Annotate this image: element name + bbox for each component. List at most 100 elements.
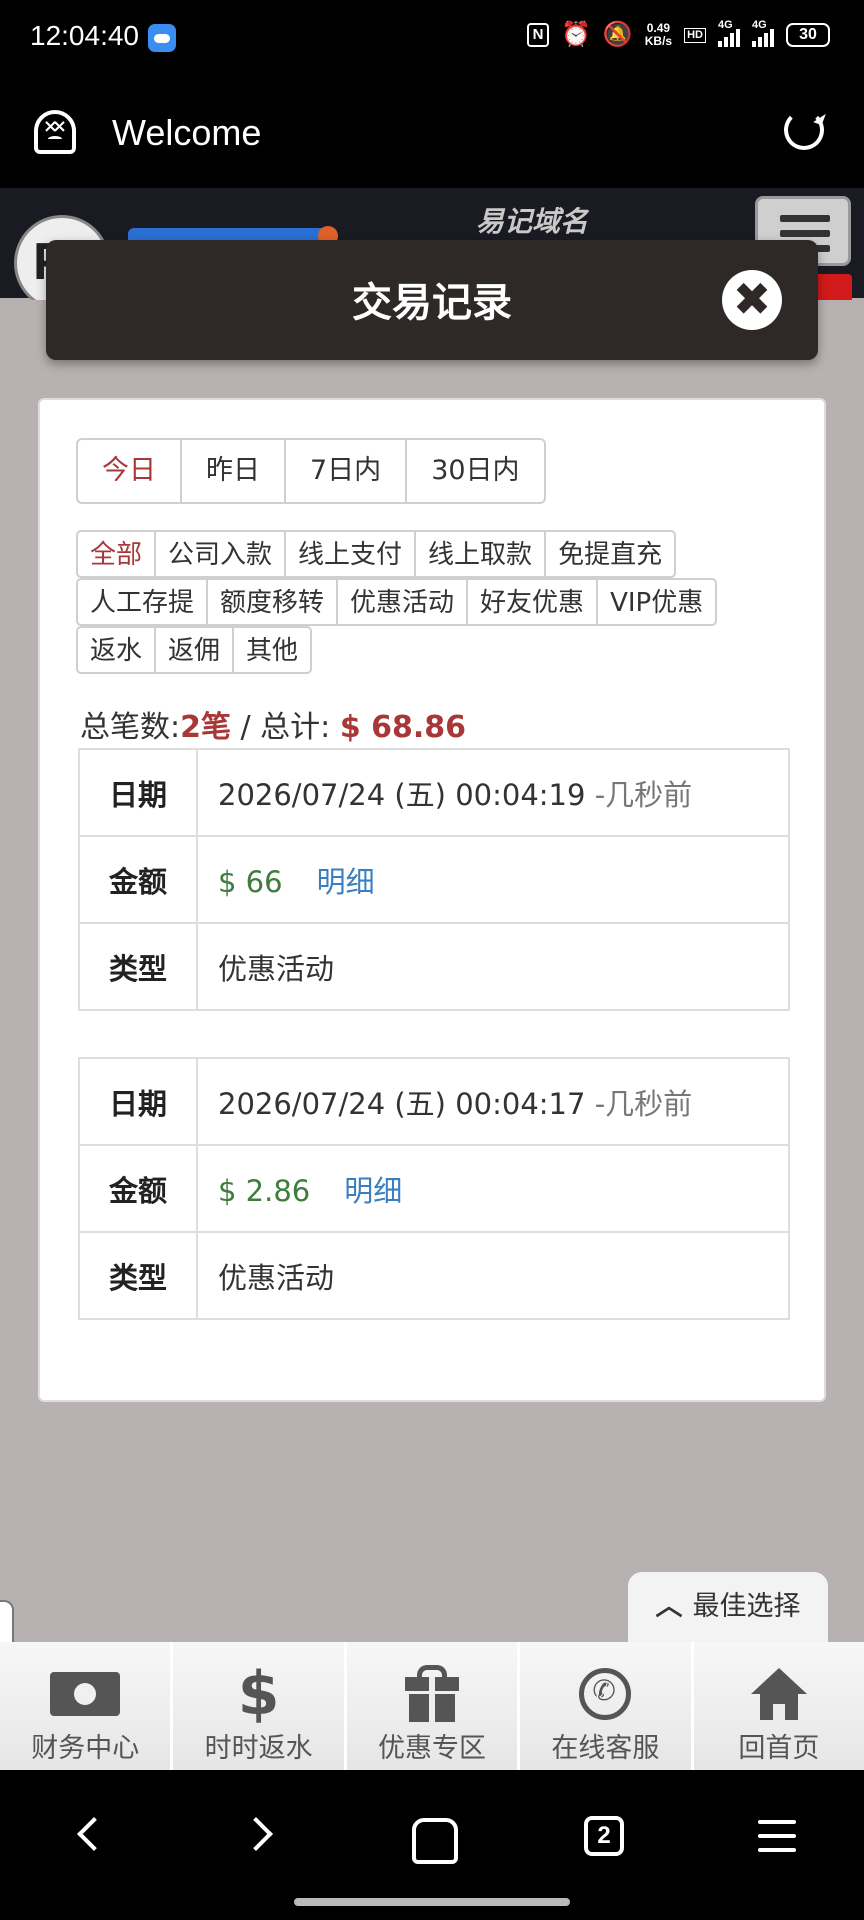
nav-promotions[interactable]: 优惠专区 xyxy=(343,1642,517,1770)
type-tab-row: 全部 公司入款 线上支付 线上取款 免提直充 xyxy=(76,530,796,578)
tab-today[interactable]: 今日 xyxy=(78,440,180,502)
date-label: 日期 xyxy=(78,1057,198,1146)
total-value: $ 68.86 xyxy=(339,710,467,745)
type-tab-rebate[interactable]: 返水 xyxy=(76,626,157,674)
date-label: 日期 xyxy=(78,748,198,837)
time-ago: -几秒前 xyxy=(594,1086,693,1121)
type-filter-tabs: 全部 公司入款 线上支付 线上取款 免提直充 人工存提 额度移转 优惠活动 好友… xyxy=(76,530,796,674)
mute-bell-icon: 🔕 xyxy=(602,21,633,48)
count-label: 总笔数: xyxy=(80,710,181,745)
browser-title: Welcome xyxy=(112,112,262,153)
nav-label: 财务中心 xyxy=(31,1733,140,1764)
gift-icon xyxy=(405,1665,460,1723)
type-tab-commission[interactable]: 返佣 xyxy=(154,626,235,674)
type-label: 类型 xyxy=(78,1231,198,1320)
record-amount-row: 金额 $ 66 明细 xyxy=(78,835,790,924)
date-value: 2026/07/24 (五) 00:04:17 -几秒前 xyxy=(196,1057,790,1146)
count-value: 2笔 xyxy=(180,710,231,745)
record-amount-row: 金额 $ 2.86 明细 xyxy=(78,1144,790,1233)
time-ago: -几秒前 xyxy=(594,777,693,812)
nav-home[interactable]: 回首页 xyxy=(690,1642,864,1770)
amount-label: 金额 xyxy=(78,1144,198,1233)
record-date-row: 日期 2026/07/24 (五) 00:04:17 -几秒前 xyxy=(78,1057,790,1146)
date-filter-tabs: 今日 昨日 7日内 30日内 xyxy=(76,438,546,504)
chevron-up-icon: ︿ xyxy=(655,1591,683,1622)
tab-7-days[interactable]: 7日内 xyxy=(284,440,405,502)
type-tab-promotion[interactable]: 优惠活动 xyxy=(336,578,469,626)
record-date-row: 日期 2026/07/24 (五) 00:04:19 -几秒前 xyxy=(78,748,790,837)
type-label: 类型 xyxy=(78,922,198,1011)
net-speed-value: 0.49 xyxy=(646,21,671,35)
detail-link[interactable]: 明细 xyxy=(344,1174,402,1208)
home-icon xyxy=(750,1668,807,1720)
net-speed-unit: KB/s xyxy=(644,34,673,48)
nav-customer-service[interactable]: 在线客服 xyxy=(517,1642,690,1770)
refresh-icon[interactable] xyxy=(784,110,824,150)
transaction-record: 日期 2026/07/24 (五) 00:04:19 -几秒前 金额 $ 66 明… xyxy=(78,748,790,1011)
money-icon xyxy=(50,1672,121,1716)
type-tab-other[interactable]: 其他 xyxy=(232,626,313,674)
ghost-icon[interactable] xyxy=(34,110,76,154)
whatsapp-icon xyxy=(579,1668,632,1720)
transaction-record: 日期 2026/07/24 (五) 00:04:17 -几秒前 金额 $ 2.8… xyxy=(78,1057,790,1320)
status-bar: 12:04:40 N ⏰ 🔕 0.49 KB/s HD 4G 4G 30 xyxy=(0,0,864,76)
network-type: 4G xyxy=(718,19,733,31)
back-icon[interactable] xyxy=(58,1806,118,1866)
nav-label: 时时返水 xyxy=(204,1733,313,1764)
close-button[interactable]: ✖ xyxy=(722,270,782,330)
net-speed: 0.49 KB/s xyxy=(645,22,672,48)
type-tab-all[interactable]: 全部 xyxy=(76,530,157,578)
type-tab-online-payment[interactable]: 线上支付 xyxy=(284,530,417,578)
modal-title: 交易记录 xyxy=(352,280,512,326)
menu-icon[interactable] xyxy=(746,1806,806,1866)
record-type-row: 类型 优惠活动 xyxy=(78,1231,790,1320)
type-value: 优惠活动 xyxy=(196,922,790,1011)
type-tab-direct-recharge[interactable]: 免提直充 xyxy=(544,530,677,578)
battery-icon: 30 xyxy=(786,23,830,47)
best-choice-label: 最佳选择 xyxy=(692,1591,801,1622)
transaction-card: 今日 昨日 7日内 30日内 全部 公司入款 线上支付 线上取款 免提直充 人工… xyxy=(38,398,826,1402)
best-choice-button[interactable]: ︿ 最佳选择 xyxy=(628,1572,828,1642)
type-tab-manual[interactable]: 人工存提 xyxy=(76,578,209,626)
modal-header: 交易记录 ✖ xyxy=(46,240,818,360)
type-tab-transfer[interactable]: 额度移转 xyxy=(206,578,339,626)
hd-icon: HD xyxy=(684,27,706,43)
type-tab-company-deposit[interactable]: 公司入款 xyxy=(154,530,287,578)
status-time: 12:04:40 xyxy=(30,20,139,51)
alarm-icon: ⏰ xyxy=(560,21,591,48)
status-indicators: N ⏰ 🔕 0.49 KB/s HD 4G 4G 30 xyxy=(526,19,830,48)
nav-rebate[interactable]: $ 时时返水 xyxy=(170,1642,343,1770)
browser-header: Welcome xyxy=(0,76,864,188)
type-tab-row: 返水 返佣 其他 xyxy=(76,626,796,674)
date-text: 2026/07/24 (五) 00:04:19 xyxy=(218,777,586,812)
dollar-icon: $ xyxy=(237,1659,280,1729)
amount-text: $ 2.86 xyxy=(218,1173,311,1208)
tab-count: 2 xyxy=(584,1816,624,1856)
signal-icon-2: 4G xyxy=(752,19,774,47)
nav-finance-center[interactable]: 财务中心 xyxy=(0,1642,170,1770)
date-text: 2026/07/24 (五) 00:04:17 xyxy=(218,1086,586,1121)
amount-label: 金额 xyxy=(78,835,198,924)
type-tab-row: 人工存提 额度移转 优惠活动 好友优惠 VIP优惠 xyxy=(76,578,796,626)
bottom-nav: 财务中心 $ 时时返水 优惠专区 在线客服 回首页 xyxy=(0,1642,864,1770)
cloud-app-icon xyxy=(148,24,176,52)
amount-value: $ 66 明细 xyxy=(196,835,790,924)
type-tab-friend-bonus[interactable]: 好友优惠 xyxy=(466,578,599,626)
home-button-icon[interactable] xyxy=(402,1806,462,1866)
summary-line: 总笔数:2笔 / 总计: $ 68.86 xyxy=(80,702,466,746)
signal-icon: 4G xyxy=(718,19,740,47)
tab-yesterday[interactable]: 昨日 xyxy=(180,440,284,502)
close-icon: ✖ xyxy=(732,272,772,326)
total-label: / 总计: xyxy=(230,710,331,745)
nav-label: 回首页 xyxy=(738,1733,820,1764)
date-value: 2026/07/24 (五) 00:04:19 -几秒前 xyxy=(196,748,790,837)
type-tab-vip-bonus[interactable]: VIP优惠 xyxy=(596,578,718,626)
type-tab-online-withdrawal[interactable]: 线上取款 xyxy=(414,530,547,578)
detail-link[interactable]: 明细 xyxy=(317,865,375,899)
tab-30-days[interactable]: 30日内 xyxy=(405,440,543,502)
network-type-2: 4G xyxy=(752,19,767,31)
tabs-icon[interactable]: 2 xyxy=(574,1806,634,1866)
home-indicator[interactable] xyxy=(294,1898,570,1906)
forward-icon[interactable] xyxy=(230,1806,290,1866)
nav-label: 优惠专区 xyxy=(378,1733,487,1764)
